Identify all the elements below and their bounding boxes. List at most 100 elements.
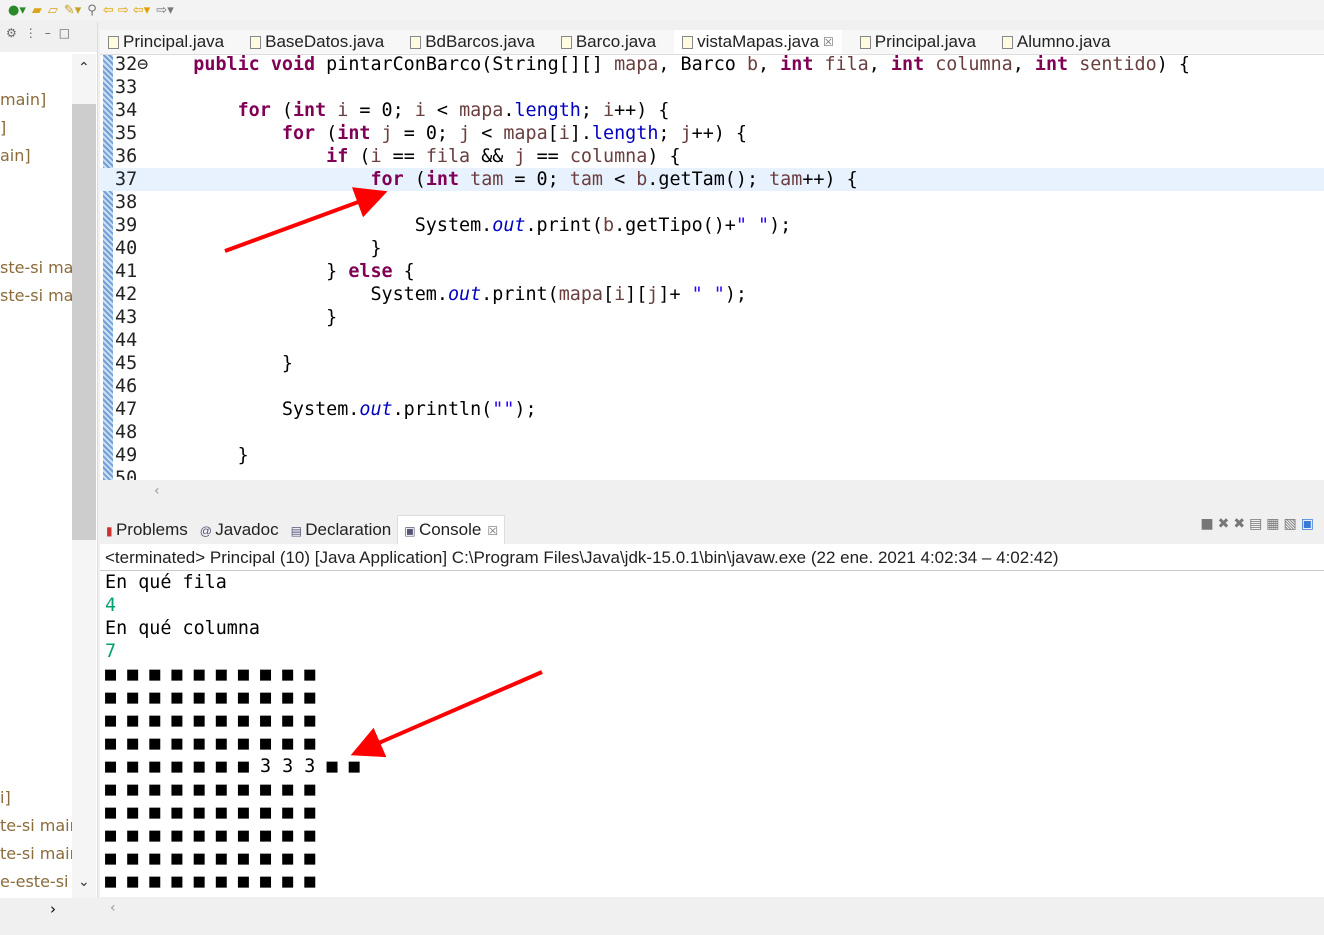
code-text: } [149,352,293,375]
tab-javadoc[interactable]: @ Javadoc [194,516,285,544]
scroll-down-icon[interactable]: ⌄ [78,874,90,890]
tab-problems[interactable]: ▮ Problems [100,516,194,544]
tree-item[interactable]: te-si mair [0,844,72,863]
line-number: 50 [115,468,138,480]
terminate-icon[interactable]: ■ [1200,516,1217,532]
code-line: 37 for (int tam = 0; tam < b.getTam(); t… [100,168,1324,191]
code-token: j [514,146,526,167]
scroll-lock-icon[interactable]: ▦ [1266,516,1283,532]
tab-label: Console [418,520,482,539]
tab-principal-java[interactable]: Principal.java [100,30,232,54]
display-console-icon[interactable]: ▣ [1301,516,1318,532]
code-editor[interactable]: 32⊖ public void pintarConBarco(String[][… [100,55,1324,480]
view-controls[interactable]: ⚙⋮–□ [0,22,97,52]
code-token: ); [514,399,537,420]
console-output[interactable]: <terminated> Principal (10) [Java Applic… [100,544,1324,897]
code-token: .getTam(); [647,169,770,190]
line-number: 34 [115,100,138,121]
scroll-up-icon[interactable]: ⌃ [78,60,90,76]
tree-item[interactable]: i] [0,788,72,807]
tab-vistamapas-java[interactable]: vistaMapas.java ☒ [674,30,842,54]
editor-tabs: Principal.java BaseDatos.java BdBarcos.jav… [100,30,1324,55]
tab-principal-java[interactable]: Principal.java [852,30,984,54]
remove-launch-icon[interactable]: ✖ [1218,516,1234,532]
pencil-icon[interactable]: ✎▾ [64,3,81,18]
code-token: if [326,146,349,167]
tab-console[interactable]: ▣ Console ☒ [397,515,506,544]
code-token: [ [602,284,615,305]
tree-item[interactable]: te-si mair [0,816,72,835]
line-number: 49 [115,445,138,466]
code-token: j [381,123,393,144]
tree-item[interactable]: ste-si ma [0,258,72,277]
tree-item[interactable]: ste-si ma [0,286,72,305]
scroll-right-icon[interactable]: › [50,900,56,918]
tab-barco-java[interactable]: Barco.java [553,30,664,54]
open-icon[interactable]: ▰ [32,3,42,18]
tree-item[interactable]: main] [0,90,72,109]
main-toolbar: ●▾ ▰ ▱ ✎▾ ⚲ ⇦ ⇨ ⇦▾ ⇨▾ [0,0,1324,20]
code-token: < [425,100,460,121]
console-output-line: En qué fila [105,572,227,593]
line-number: 47 [115,399,138,420]
clear-console-icon[interactable]: ▤ [1249,516,1266,532]
line-number: 42 [115,284,138,305]
panel-tabs: ▮ Problems @ Javadoc ▤ Declaration ▣ Consol… [100,512,1324,544]
code-token: mapa [459,100,504,121]
code-token: System. [149,284,448,305]
code-token: out [359,399,393,420]
code-token: ( [348,146,371,167]
code-token: < [603,169,637,190]
code-text: } [149,237,381,260]
console-horizontal-scrollbar[interactable]: ‹ [100,897,1324,921]
tree-item[interactable]: ] [0,118,72,137]
code-token: out [447,284,482,305]
code-token: for [237,100,271,121]
editor-horizontal-scrollbar[interactable]: ‹ [146,481,1324,503]
tab-alumno-java[interactable]: Alumno.java [994,30,1119,54]
code-token: .print( [481,284,559,305]
code-line: 46 [100,375,1324,398]
code-token: j [459,123,471,144]
code-token: = 0; [348,100,415,121]
code-text: if (i == fila && j == columna) { [149,145,680,168]
code-token: i [614,284,626,305]
code-token: System. [149,399,360,420]
back-icon[interactable]: ⇦ ⇨ ⇦▾ [103,3,150,18]
console-output-line: ■ ■ ■ ■ ■ ■ ■ ■ ■ ■ [105,733,316,754]
tab-basedatos-java[interactable]: BaseDatos.java [242,30,392,54]
tab-declaration[interactable]: ▤ Declaration [285,516,398,544]
scrollbar-thumb[interactable] [72,104,96,540]
console-output-line: ■ ■ ■ ■ ■ ■ ■ 3 3 3 ■ ■ [105,756,360,777]
word-wrap-icon[interactable]: ▧ [1284,516,1301,532]
pin-icon[interactable]: ⚲ [87,3,97,18]
console-status: <terminated> Principal (10) [Java Applic… [105,548,1059,567]
code-token: " " [691,284,725,305]
folder-icon[interactable]: ▱ [48,3,58,18]
tab-bdbarcos-java[interactable]: BdBarcos.java [402,30,543,54]
code-token: int [1034,55,1069,75]
java-file-icon [410,35,422,49]
tree-item[interactable]: ain] [0,146,72,165]
scroll-left-icon[interactable]: ‹ [110,900,116,916]
code-token: ++) { [691,123,748,144]
forward-icon[interactable]: ⇨▾ [156,3,173,18]
horizontal-scrollbar[interactable]: › [0,898,98,922]
line-number: 37 [115,169,138,190]
code-token: ( [270,100,293,121]
close-icon[interactable]: ☒ [823,35,834,49]
run-icon[interactable]: ●▾ [8,3,26,18]
line-number: 36 [115,146,138,167]
tree-item[interactable]: e-este-si i [0,872,72,891]
remove-all-icon[interactable]: ✖ [1233,516,1249,532]
code-token: . [503,100,515,121]
code-text: } [149,444,249,467]
close-icon[interactable]: ☒ [487,524,498,538]
code-token: b [746,55,759,75]
scroll-left-icon[interactable]: ‹ [154,483,160,499]
line-number: 35 [115,123,138,144]
code-line: 44 [100,329,1324,352]
